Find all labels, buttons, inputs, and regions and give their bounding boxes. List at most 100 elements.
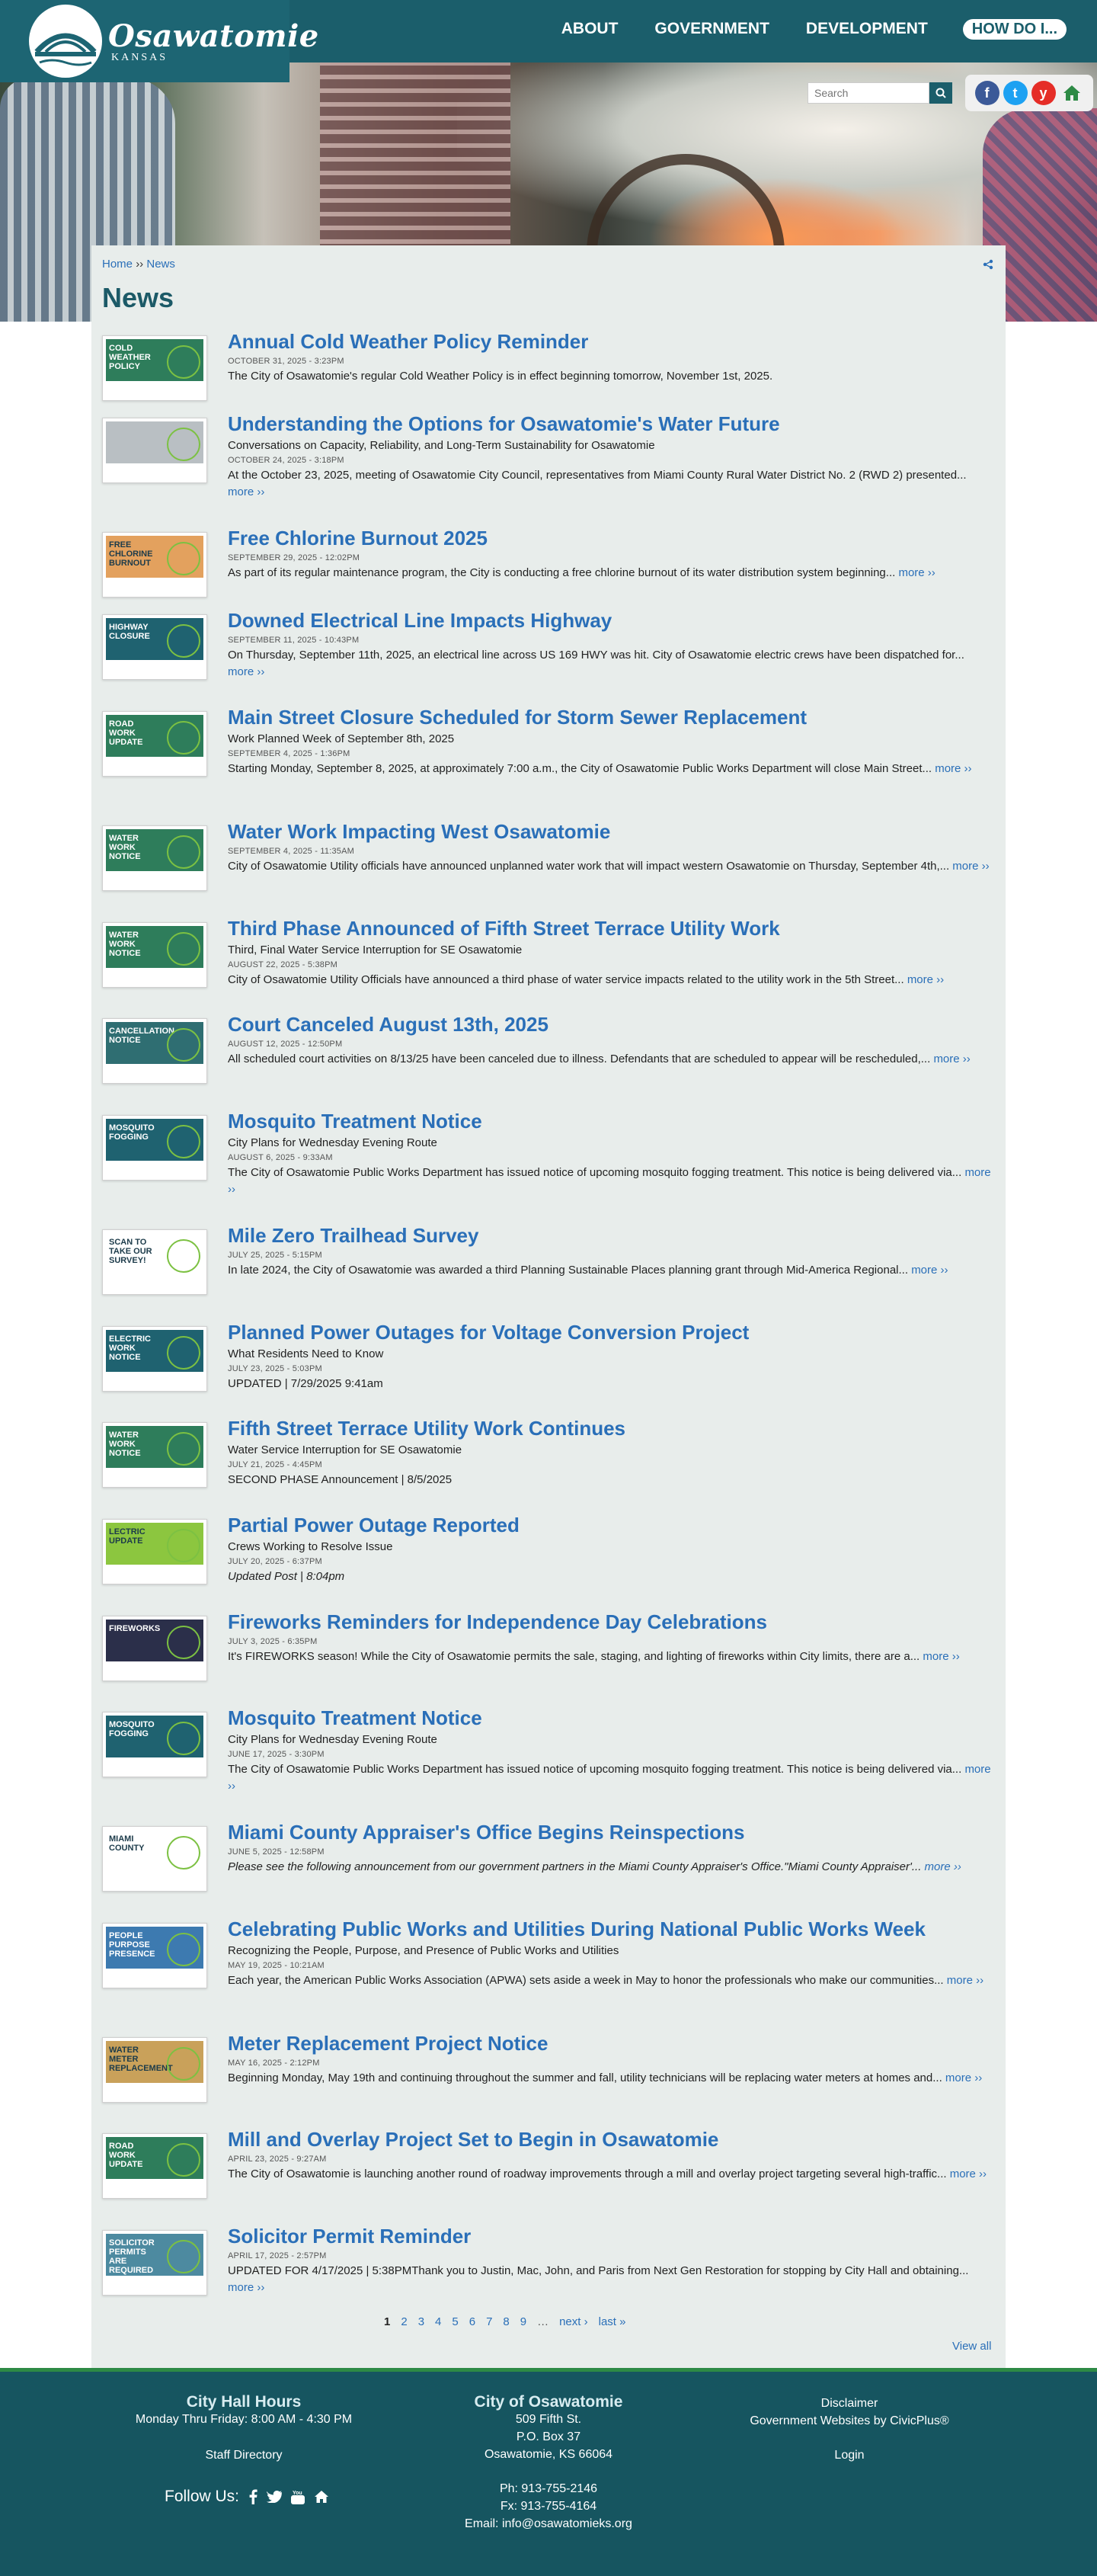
news-thumbnail[interactable]: COLD WEATHER POLICY bbox=[102, 335, 207, 401]
page-2[interactable]: 2 bbox=[401, 2315, 407, 2328]
logo-state: KANSAS bbox=[111, 52, 168, 63]
news-summary: The City of Osawatomie's regular Cold We… bbox=[228, 370, 773, 383]
news-thumbnail[interactable]: ROAD WORK UPDATE bbox=[102, 711, 207, 777]
news-thumbnail[interactable]: SCAN TO TAKE OUR SURVEY! bbox=[102, 1229, 207, 1295]
read-more-link[interactable]: more ›› bbox=[947, 1974, 983, 1987]
news-title-link[interactable]: Water Work Impacting West Osawatomie bbox=[228, 819, 993, 844]
last-page-link[interactable]: last » bbox=[599, 2315, 626, 2328]
news-thumbnail[interactable]: MIAMI COUNTY bbox=[102, 1826, 207, 1892]
news-title-link[interactable]: Solicitor Permit Reminder bbox=[228, 2224, 993, 2248]
page-8[interactable]: 8 bbox=[503, 2315, 509, 2328]
facebook-icon[interactable]: f bbox=[974, 81, 999, 105]
home-icon[interactable] bbox=[1060, 81, 1084, 105]
page-9[interactable]: 9 bbox=[520, 2315, 526, 2328]
read-more-link[interactable]: more ›› bbox=[935, 762, 971, 775]
read-more-link[interactable]: more ›› bbox=[925, 1860, 961, 1873]
news-thumbnail[interactable]: MOSQUITO FOGGING bbox=[102, 1712, 207, 1777]
logo[interactable]: Osawatomie KANSAS bbox=[0, 0, 318, 82]
news-title-link[interactable]: Celebrating Public Works and Utilities D… bbox=[228, 1917, 993, 1941]
news-thumbnail[interactable]: MOSQUITO FOGGING bbox=[102, 1115, 207, 1181]
breadcrumb-news[interactable]: News bbox=[146, 258, 175, 271]
view-all-link[interactable]: View all bbox=[952, 2340, 991, 2353]
news-thumbnail[interactable]: PEOPLE PURPOSE PRESENCE bbox=[102, 1923, 207, 1988]
news-title-link[interactable]: Mosquito Treatment Notice bbox=[228, 1109, 993, 1133]
search-input[interactable] bbox=[808, 82, 929, 104]
page-6[interactable]: 6 bbox=[469, 2315, 475, 2328]
read-more-link[interactable]: more ›› bbox=[228, 485, 264, 498]
home-icon[interactable] bbox=[314, 2490, 329, 2504]
news-thumbnail[interactable]: WATER METER REPLACEMENT bbox=[102, 2037, 207, 2103]
news-title-link[interactable]: Fifth Street Terrace Utility Work Contin… bbox=[228, 1416, 993, 1440]
read-more-link[interactable]: more ›› bbox=[228, 665, 264, 678]
nav-about[interactable]: ABOUT bbox=[543, 17, 637, 41]
news-title-link[interactable]: Understanding the Options for Osawatomie… bbox=[228, 412, 993, 436]
read-more-link[interactable]: more ›› bbox=[923, 1650, 959, 1663]
twitter-icon[interactable]: t bbox=[1003, 81, 1028, 105]
news-date: APRIL 23, 2025 - 9:27AM bbox=[228, 2155, 327, 2164]
news-summary: In late 2024, the City of Osawatomie was… bbox=[228, 1264, 909, 1277]
news-title-link[interactable]: Planned Power Outages for Voltage Conver… bbox=[228, 1320, 993, 1344]
read-more-link[interactable]: more ›› bbox=[945, 2071, 982, 2084]
page-3[interactable]: 3 bbox=[418, 2315, 424, 2328]
nav-government[interactable]: GOVERNMENT bbox=[636, 17, 788, 41]
facebook-icon[interactable] bbox=[248, 2489, 257, 2504]
news-title-link[interactable]: Third Phase Announced of Fifth Street Te… bbox=[228, 916, 993, 940]
search-button[interactable] bbox=[929, 82, 952, 104]
news-thumbnail[interactable] bbox=[102, 418, 207, 483]
news-thumbnail[interactable]: FREE CHLORINE BURNOUT bbox=[102, 532, 207, 598]
news-thumbnail[interactable]: HIGHWAY CLOSURE bbox=[102, 614, 207, 680]
staff-directory-link[interactable]: Staff Directory bbox=[122, 2446, 366, 2464]
news-title-link[interactable]: Mosquito Treatment Notice bbox=[228, 1706, 993, 1730]
news-summary: Beginning Monday, May 19th and continuin… bbox=[228, 2071, 942, 2084]
read-more-link[interactable]: more ›› bbox=[898, 566, 935, 579]
news-title-link[interactable]: Annual Cold Weather Policy Reminder bbox=[228, 329, 993, 354]
news-title-link[interactable]: Miami County Appraiser's Office Begins R… bbox=[228, 1820, 993, 1844]
page-4[interactable]: 4 bbox=[435, 2315, 441, 2328]
read-more-link[interactable]: more ›› bbox=[907, 973, 944, 986]
news-thumbnail[interactable]: CANCELLATION NOTICE bbox=[102, 1018, 207, 1084]
news-title-link[interactable]: Fireworks Reminders for Independence Day… bbox=[228, 1610, 993, 1634]
youtube-icon[interactable]: You bbox=[291, 2489, 305, 2504]
next-page-link[interactable]: next › bbox=[559, 2315, 588, 2328]
read-more-link[interactable]: more ›› bbox=[952, 860, 989, 873]
news-title-link[interactable]: Meter Replacement Project Notice bbox=[228, 2031, 993, 2055]
news-thumbnail[interactable]: ROAD WORK UPDATE bbox=[102, 2133, 207, 2199]
page-5[interactable]: 5 bbox=[452, 2315, 458, 2328]
read-more-link[interactable]: more ›› bbox=[228, 2281, 264, 2294]
news-title-link[interactable]: Downed Electrical Line Impacts Highway bbox=[228, 608, 993, 633]
login-link[interactable]: Login bbox=[731, 2446, 967, 2464]
news-title-link[interactable]: Free Chlorine Burnout 2025 bbox=[228, 526, 993, 550]
twitter-icon[interactable] bbox=[267, 2491, 283, 2503]
page-title: News bbox=[102, 282, 174, 313]
news-thumbnail[interactable]: WATER WORK NOTICE bbox=[102, 922, 207, 988]
email[interactable]: Email: info@osawatomieks.org bbox=[427, 2515, 670, 2533]
news-title-link[interactable]: Main Street Closure Scheduled for Storm … bbox=[228, 705, 993, 729]
read-more-link[interactable]: more ›› bbox=[950, 2167, 987, 2180]
search-icon bbox=[935, 88, 946, 98]
news-date: JUNE 5, 2025 - 12:58PM bbox=[228, 1847, 325, 1857]
civicplus-link[interactable]: Government Websites by CivicPlus® bbox=[731, 2412, 967, 2430]
news-thumbnail[interactable]: FIREWORKS bbox=[102, 1616, 207, 1681]
news-title-link[interactable]: Court Canceled August 13th, 2025 bbox=[228, 1012, 993, 1036]
read-more-link[interactable]: more ›› bbox=[911, 1264, 948, 1277]
news-summary: Starting Monday, September 8, 2025, at a… bbox=[228, 762, 932, 775]
news-title-link[interactable]: Mill and Overlay Project Set to Begin in… bbox=[228, 2127, 993, 2151]
news-summary: At the October 23, 2025, meeting of Osaw… bbox=[228, 469, 967, 482]
news-thumbnail[interactable]: LECTRIC UPDATE bbox=[102, 1519, 207, 1584]
disclaimer-link[interactable]: Disclaimer bbox=[731, 2395, 967, 2412]
news-title-link[interactable]: Partial Power Outage Reported bbox=[228, 1513, 993, 1537]
news-thumbnail[interactable]: WATER WORK NOTICE bbox=[102, 825, 207, 891]
social-links: f t y bbox=[965, 75, 1093, 111]
news-thumbnail[interactable]: ELECTRIC WORK NOTICE bbox=[102, 1326, 207, 1392]
page-7[interactable]: 7 bbox=[486, 2315, 492, 2328]
nav-development[interactable]: DEVELOPMENT bbox=[788, 17, 946, 41]
news-thumbnail[interactable]: Solicitor Permits Are REQUIRED bbox=[102, 2230, 207, 2296]
breadcrumb-home[interactable]: Home bbox=[102, 258, 133, 271]
page-1[interactable]: 1 bbox=[384, 2315, 390, 2328]
nav-how-do-i[interactable]: HOW DO I... bbox=[962, 18, 1067, 40]
share-icon[interactable] bbox=[983, 259, 993, 270]
news-thumbnail[interactable]: WATER WORK NOTICE bbox=[102, 1422, 207, 1488]
news-title-link[interactable]: Mile Zero Trailhead Survey bbox=[228, 1223, 993, 1248]
read-more-link[interactable]: more ›› bbox=[933, 1053, 970, 1065]
youtube-icon[interactable]: y bbox=[1031, 81, 1056, 105]
